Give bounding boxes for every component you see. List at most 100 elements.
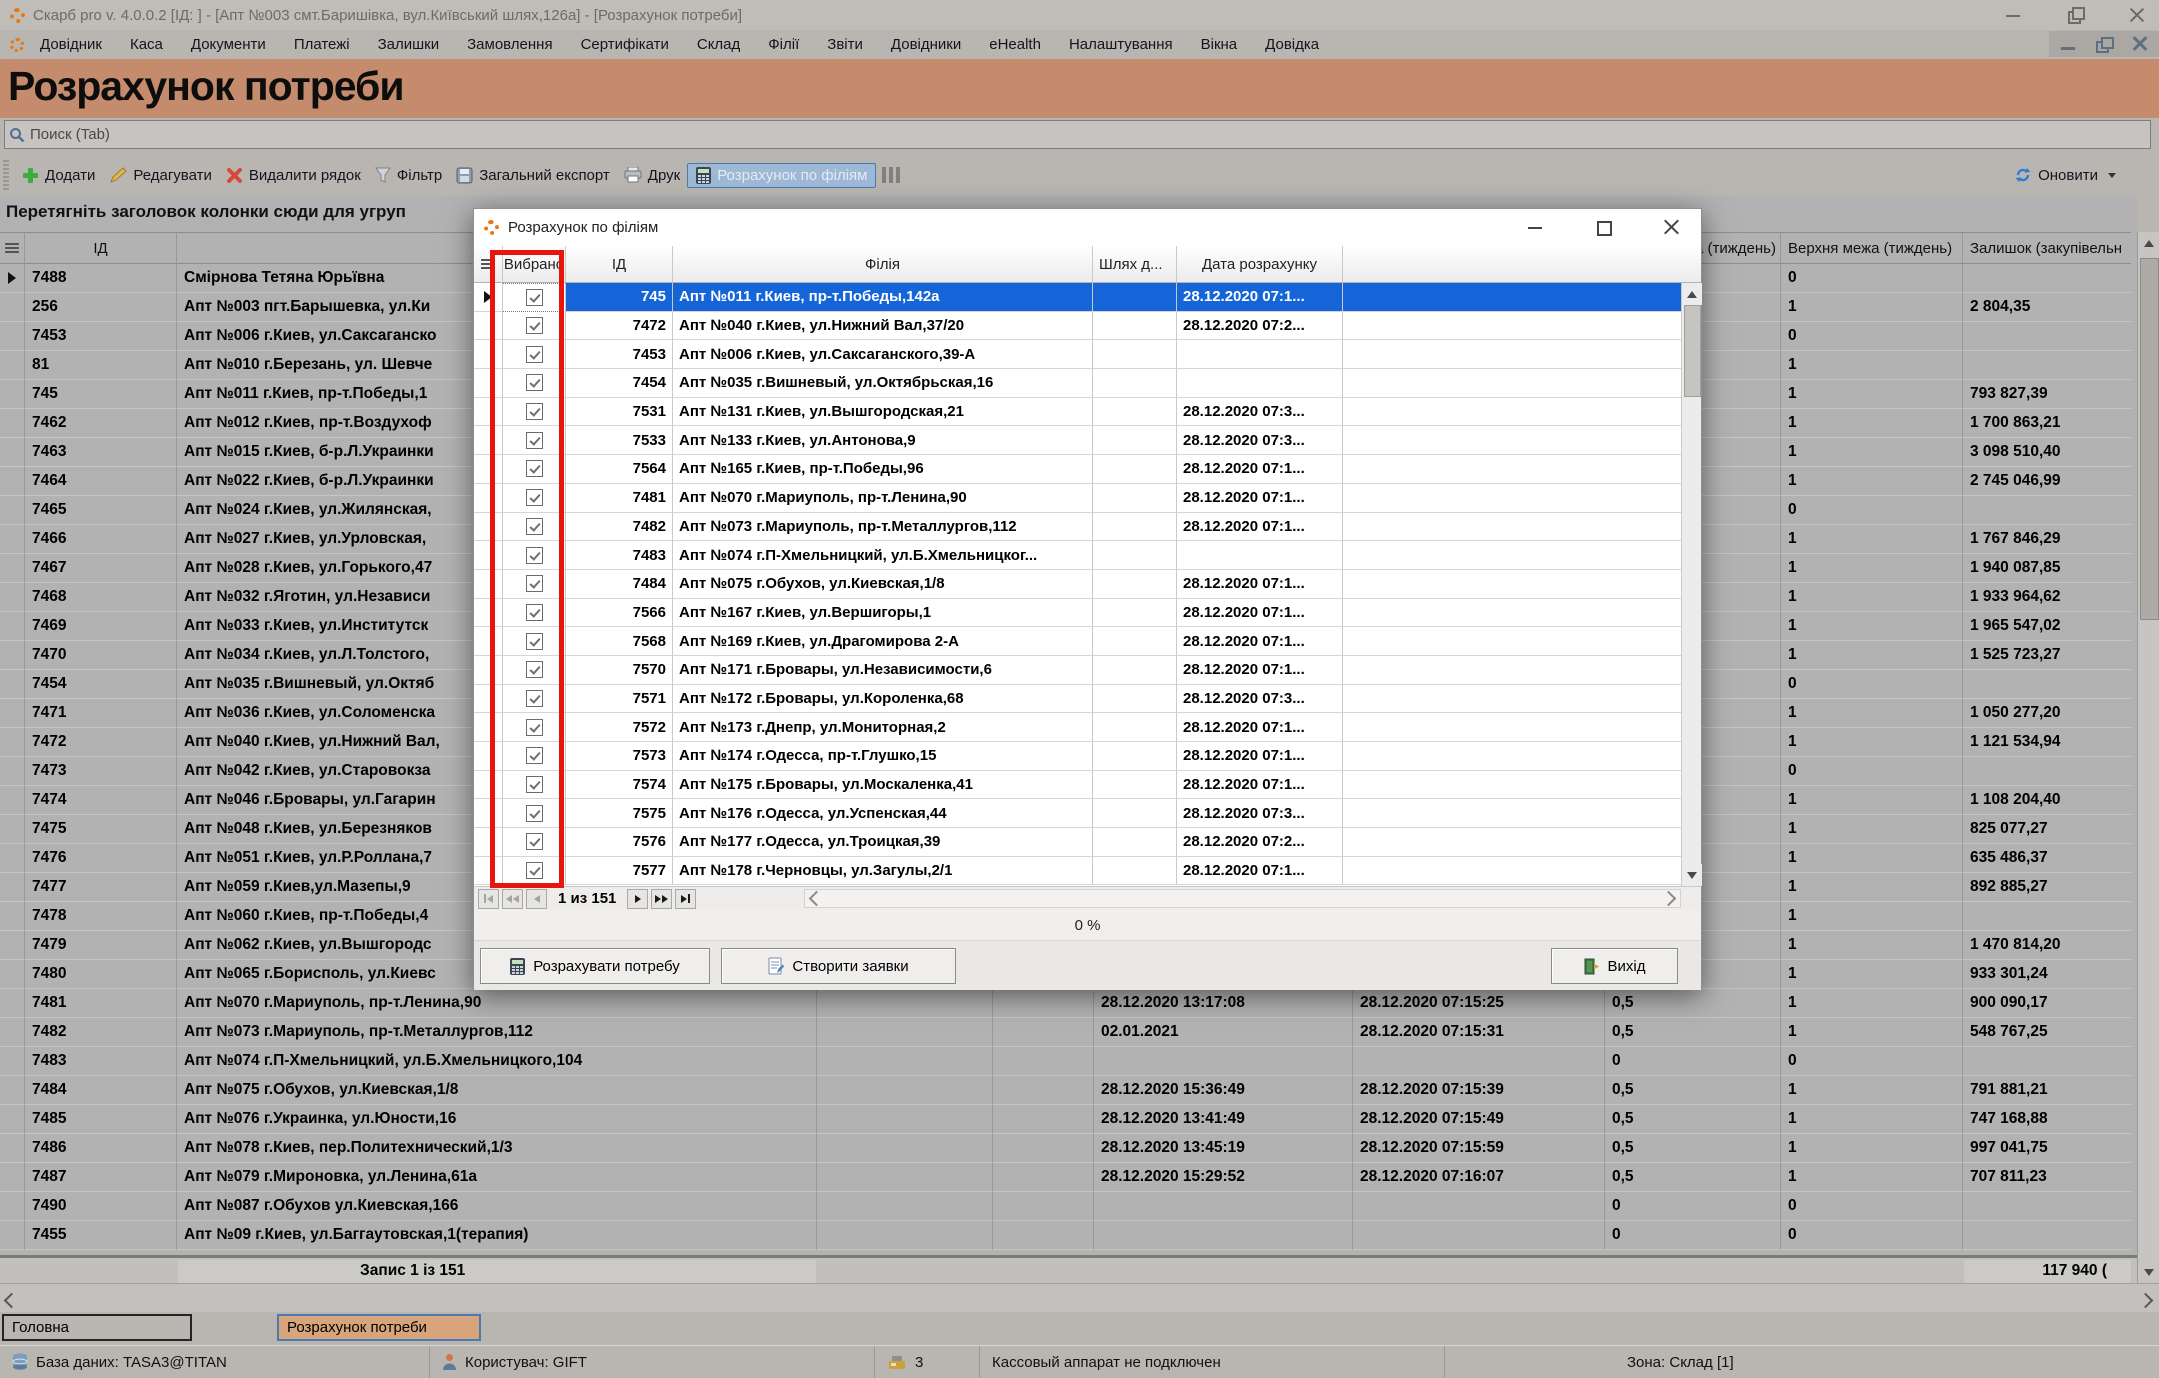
- scrollbar-thumb[interactable]: [1684, 305, 1701, 397]
- branch-checkbox[interactable]: [503, 369, 566, 398]
- pager-next-icon[interactable]: [627, 889, 648, 909]
- scroll-up-icon[interactable]: [2138, 232, 2159, 254]
- branch-checkbox[interactable]: [503, 484, 566, 513]
- branch-checkbox[interactable]: [503, 455, 566, 484]
- column-chooser-icon[interactable]: [0, 232, 25, 264]
- branch-checkbox[interactable]: [503, 570, 566, 599]
- row-selector[interactable]: [474, 398, 503, 427]
- branch-row[interactable]: 7531 Апт №131 г.Киев, ул.Вышгородская,21…: [474, 398, 1701, 427]
- minimize-icon[interactable]: [2005, 7, 2021, 23]
- row-selector[interactable]: [474, 340, 503, 369]
- row-selector[interactable]: [474, 484, 503, 513]
- menu-item[interactable]: Налаштування: [1069, 36, 1173, 53]
- branch-row[interactable]: 7566 Апт №167 г.Киев, ул.Вершигоры,1 28.…: [474, 599, 1701, 628]
- branch-row[interactable]: 7571 Апт №172 г.Бровары, ул.Короленка,68…: [474, 685, 1701, 714]
- branch-checkbox[interactable]: [503, 283, 566, 312]
- menu-item[interactable]: eHealth: [989, 36, 1041, 53]
- dialog-vertical-scrollbar[interactable]: [1681, 283, 1701, 886]
- menu-item[interactable]: Склад: [697, 36, 740, 53]
- create-orders-button[interactable]: Створити заявки: [721, 948, 956, 984]
- pager-prev-page-icon[interactable]: [502, 889, 523, 909]
- delete-row-button[interactable]: Видалити рядок: [219, 163, 368, 188]
- branch-checkbox[interactable]: [503, 599, 566, 628]
- row-selector[interactable]: [0, 612, 25, 641]
- branch-row[interactable]: 7576 Апт №177 г.Одесса, ул.Троицкая,39 2…: [474, 828, 1701, 857]
- branch-checkbox[interactable]: [503, 799, 566, 828]
- mdi-minimize-icon[interactable]: [2055, 33, 2081, 55]
- column-header-way[interactable]: Шлях д...: [1093, 246, 1177, 282]
- menu-item[interactable]: Довідка: [1265, 36, 1319, 53]
- row-selector[interactable]: [0, 699, 25, 728]
- dialog-minimize-icon[interactable]: [1527, 219, 1543, 235]
- branch-row[interactable]: 745 Апт №011 г.Киев, пр-т.Победы,142а 28…: [474, 283, 1701, 312]
- row-selector[interactable]: [474, 283, 503, 312]
- row-selector[interactable]: [0, 583, 25, 612]
- column-header-calc-date[interactable]: Дата розрахунку: [1177, 246, 1343, 282]
- row-selector[interactable]: [0, 380, 25, 409]
- branch-checkbox[interactable]: [503, 857, 566, 886]
- row-selector[interactable]: [0, 902, 25, 931]
- pager-prev-icon[interactable]: [526, 889, 547, 909]
- menu-item[interactable]: Філії: [768, 36, 799, 53]
- branch-row[interactable]: 7564 Апт №165 г.Киев, пр-т.Победы,96 28.…: [474, 455, 1701, 484]
- row-selector[interactable]: [474, 541, 503, 570]
- branch-checkbox[interactable]: [503, 513, 566, 542]
- scroll-down-icon[interactable]: [1682, 864, 1702, 886]
- column-header-checked[interactable]: Вибрано: [503, 246, 566, 282]
- branch-row[interactable]: 7481 Апт №070 г.Мариуполь, пр-т.Ленина,9…: [474, 484, 1701, 513]
- mdi-restore-icon[interactable]: [2091, 33, 2117, 55]
- scroll-left-icon[interactable]: [809, 891, 825, 907]
- branch-checkbox[interactable]: [503, 742, 566, 771]
- branch-checkbox[interactable]: [503, 312, 566, 341]
- menu-item[interactable]: Вікна: [1201, 36, 1238, 53]
- row-selector[interactable]: [0, 1192, 25, 1221]
- scroll-right-icon[interactable]: [2140, 1293, 2151, 1311]
- row-selector[interactable]: [0, 873, 25, 902]
- branch-checkbox[interactable]: [503, 828, 566, 857]
- branch-row[interactable]: 7577 Апт №178 г.Черновцы, ул.Загулы,2/1 …: [474, 857, 1701, 886]
- row-selector[interactable]: [0, 496, 25, 525]
- calc-branches-button[interactable]: Розрахунок по філіям: [687, 163, 876, 188]
- column-header-upper-week[interactable]: Верхня межа (тиждень): [1781, 232, 1963, 264]
- column-header-stock[interactable]: Залишок (закупівельн: [1963, 232, 2131, 264]
- scrollbar-thumb[interactable]: [2140, 258, 2159, 620]
- branch-row[interactable]: 7533 Апт №133 г.Киев, ул.Антонова,9 28.1…: [474, 426, 1701, 455]
- menu-item[interactable]: Довідники: [891, 36, 961, 53]
- menu-item[interactable]: Документи: [191, 36, 266, 53]
- menu-item[interactable]: Замовлення: [467, 36, 552, 53]
- column-header-branch[interactable]: Філія: [673, 246, 1093, 282]
- row-selector[interactable]: [0, 525, 25, 554]
- row-selector[interactable]: [0, 322, 25, 351]
- branch-checkbox[interactable]: [503, 771, 566, 800]
- restore-icon[interactable]: [2067, 7, 2083, 23]
- row-selector[interactable]: [0, 931, 25, 960]
- branch-checkbox[interactable]: [503, 685, 566, 714]
- branch-checkbox[interactable]: [503, 541, 566, 570]
- close-icon[interactable]: [2129, 7, 2145, 23]
- row-selector[interactable]: [0, 728, 25, 757]
- row-selector[interactable]: [474, 828, 503, 857]
- vertical-scrollbar[interactable]: [2137, 232, 2159, 1283]
- branch-row[interactable]: 7570 Апт №171 г.Бровары, ул.Независимост…: [474, 656, 1701, 685]
- table-row[interactable]: 7486 Апт №078 г.Киев, пер.Политехнически…: [0, 1134, 2137, 1163]
- refresh-button[interactable]: Оновити: [2007, 162, 2123, 188]
- row-selector[interactable]: [474, 656, 503, 685]
- pager-last-icon[interactable]: [675, 889, 696, 909]
- branch-row[interactable]: 7574 Апт №175 г.Бровары, ул.Москаленка,4…: [474, 771, 1701, 800]
- menu-item[interactable]: Довідник: [40, 36, 102, 53]
- table-row[interactable]: 7485 Апт №076 г.Украинка, ул.Юности,16 2…: [0, 1105, 2137, 1134]
- branch-checkbox[interactable]: [503, 713, 566, 742]
- table-row[interactable]: 7490 Апт №087 г.Обухов ул.Киевская,166 0…: [0, 1192, 2137, 1221]
- tab-home[interactable]: Головна: [2, 1314, 192, 1341]
- table-row[interactable]: 7483 Апт №074 г.П-Хмельницкий, ул.Б.Хмел…: [0, 1047, 2137, 1076]
- exit-button[interactable]: Вихід: [1551, 948, 1678, 984]
- filter-button[interactable]: Фільтр: [368, 163, 449, 188]
- row-selector[interactable]: [0, 293, 25, 322]
- branch-row[interactable]: 7484 Апт №075 г.Обухов, ул.Киевская,1/8 …: [474, 570, 1701, 599]
- table-row[interactable]: 7455 Апт №09 г.Киев, ул.Баггаутовская,1(…: [0, 1221, 2137, 1250]
- branch-row[interactable]: 7572 Апт №173 г.Днепр, ул.Мониторная,2 2…: [474, 713, 1701, 742]
- row-selector[interactable]: [0, 757, 25, 786]
- table-row[interactable]: 7484 Апт №075 г.Обухов, ул.Киевская,1/8 …: [0, 1076, 2137, 1105]
- row-selector[interactable]: [0, 1047, 25, 1076]
- row-selector[interactable]: [474, 312, 503, 341]
